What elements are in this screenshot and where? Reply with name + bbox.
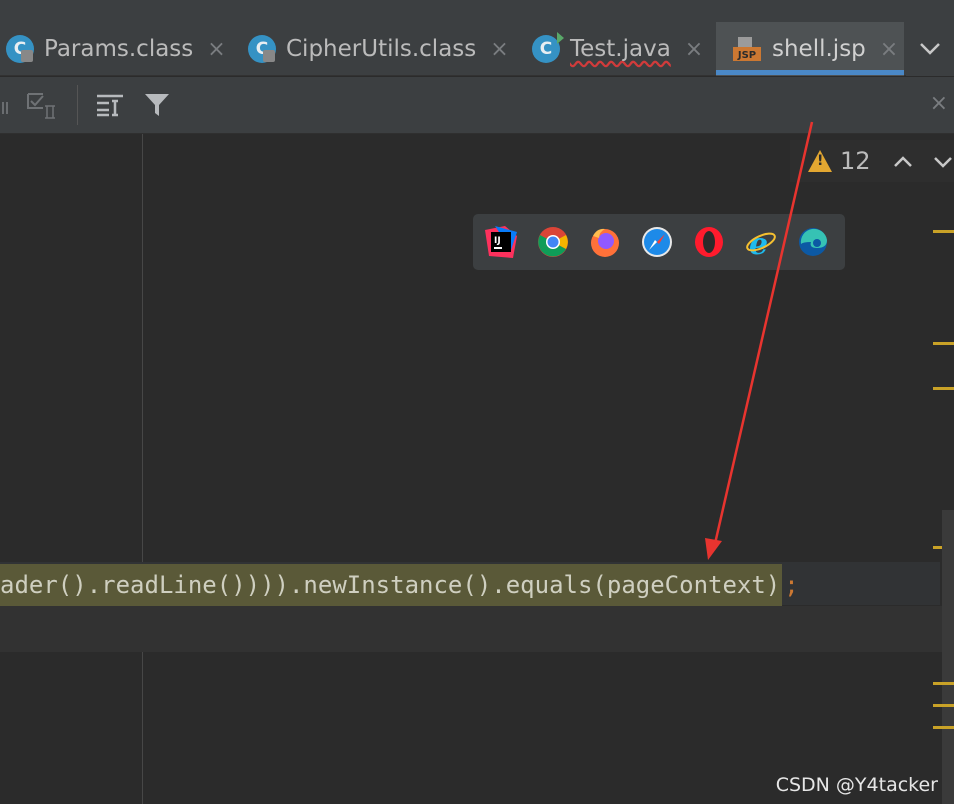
warning-stripe-marker[interactable] <box>933 726 954 729</box>
java-test-class-icon: C <box>532 32 564 63</box>
tab-label: CipherUtils.class <box>286 36 477 62</box>
svg-text:IJ: IJ <box>494 236 501 246</box>
class-file-icon: C <box>248 35 276 63</box>
warning-stripe-marker[interactable] <box>933 387 954 390</box>
tab-label: Params.class <box>44 36 194 62</box>
close-icon[interactable]: × <box>880 37 898 62</box>
find-toolbar: × <box>0 77 954 134</box>
tab-cipherutils-class[interactable]: C CipherUtils.class × <box>248 22 509 76</box>
opera-icon[interactable] <box>693 226 725 258</box>
firefox-icon[interactable] <box>589 226 621 258</box>
tab-params-class[interactable]: C Params.class × <box>6 22 226 76</box>
safari-icon[interactable] <box>641 226 673 258</box>
tab-label: shell.jsp <box>772 36 866 62</box>
statement-terminator: ; <box>784 571 799 599</box>
svg-text:e: e <box>749 227 768 258</box>
filter-icon[interactable] <box>142 87 172 123</box>
partial-tool-icon[interactable] <box>0 87 12 123</box>
gutter-divider <box>142 134 143 804</box>
next-highlight-icon[interactable] <box>933 149 953 173</box>
tab-test-java[interactable]: C Test.java × <box>532 22 703 76</box>
vertical-scrollbar[interactable] <box>942 510 954 804</box>
active-tab-indicator <box>716 70 904 75</box>
caret-line-highlight <box>0 606 942 652</box>
svg-text:JSP: JSP <box>737 50 756 61</box>
close-icon[interactable]: × <box>490 37 508 62</box>
open-in-browser-popup: IJ e <box>473 214 845 270</box>
inspection-widget[interactable]: 12 <box>790 140 954 182</box>
intellij-icon[interactable]: IJ <box>485 226 517 258</box>
code-line[interactable]: ader().readLine()))).newInstance().equal… <box>0 564 799 606</box>
edge-icon[interactable] <box>797 226 829 258</box>
toolbar-separator <box>77 85 78 125</box>
previous-highlight-icon[interactable] <box>893 149 913 173</box>
close-icon[interactable]: × <box>207 37 225 62</box>
highlighted-code: ader().readLine()))).newInstance().equal… <box>0 564 783 606</box>
watermark-text: CSDN @Y4tacker <box>775 774 938 796</box>
warning-stripe-marker[interactable] <box>933 230 954 233</box>
close-icon[interactable]: × <box>930 91 948 116</box>
filter-lines-icon[interactable] <box>94 87 126 123</box>
warning-count: 12 <box>840 147 871 175</box>
tab-shell-jsp[interactable]: JSP shell.jsp × <box>716 22 904 76</box>
select-all-occurrences-icon[interactable] <box>24 87 62 123</box>
window-top-strip <box>0 0 954 22</box>
warning-stripe-marker[interactable] <box>933 704 954 707</box>
chrome-icon[interactable] <box>537 226 569 258</box>
lock-icon <box>21 50 33 62</box>
warning-stripe-marker[interactable] <box>933 682 954 685</box>
class-file-icon: C <box>6 35 34 63</box>
warning-icon <box>808 150 832 172</box>
editor-tab-bar: C Params.class × C CipherUtils.class × C… <box>0 22 954 76</box>
warning-stripe-marker[interactable] <box>933 342 954 345</box>
close-icon[interactable]: × <box>685 37 703 62</box>
lock-icon <box>263 50 275 62</box>
ie-icon[interactable]: e <box>745 226 777 262</box>
jsp-file-icon: JSP <box>732 35 762 63</box>
tab-overflow-chevron-icon[interactable] <box>906 22 954 76</box>
tab-label: Test.java <box>570 36 671 62</box>
